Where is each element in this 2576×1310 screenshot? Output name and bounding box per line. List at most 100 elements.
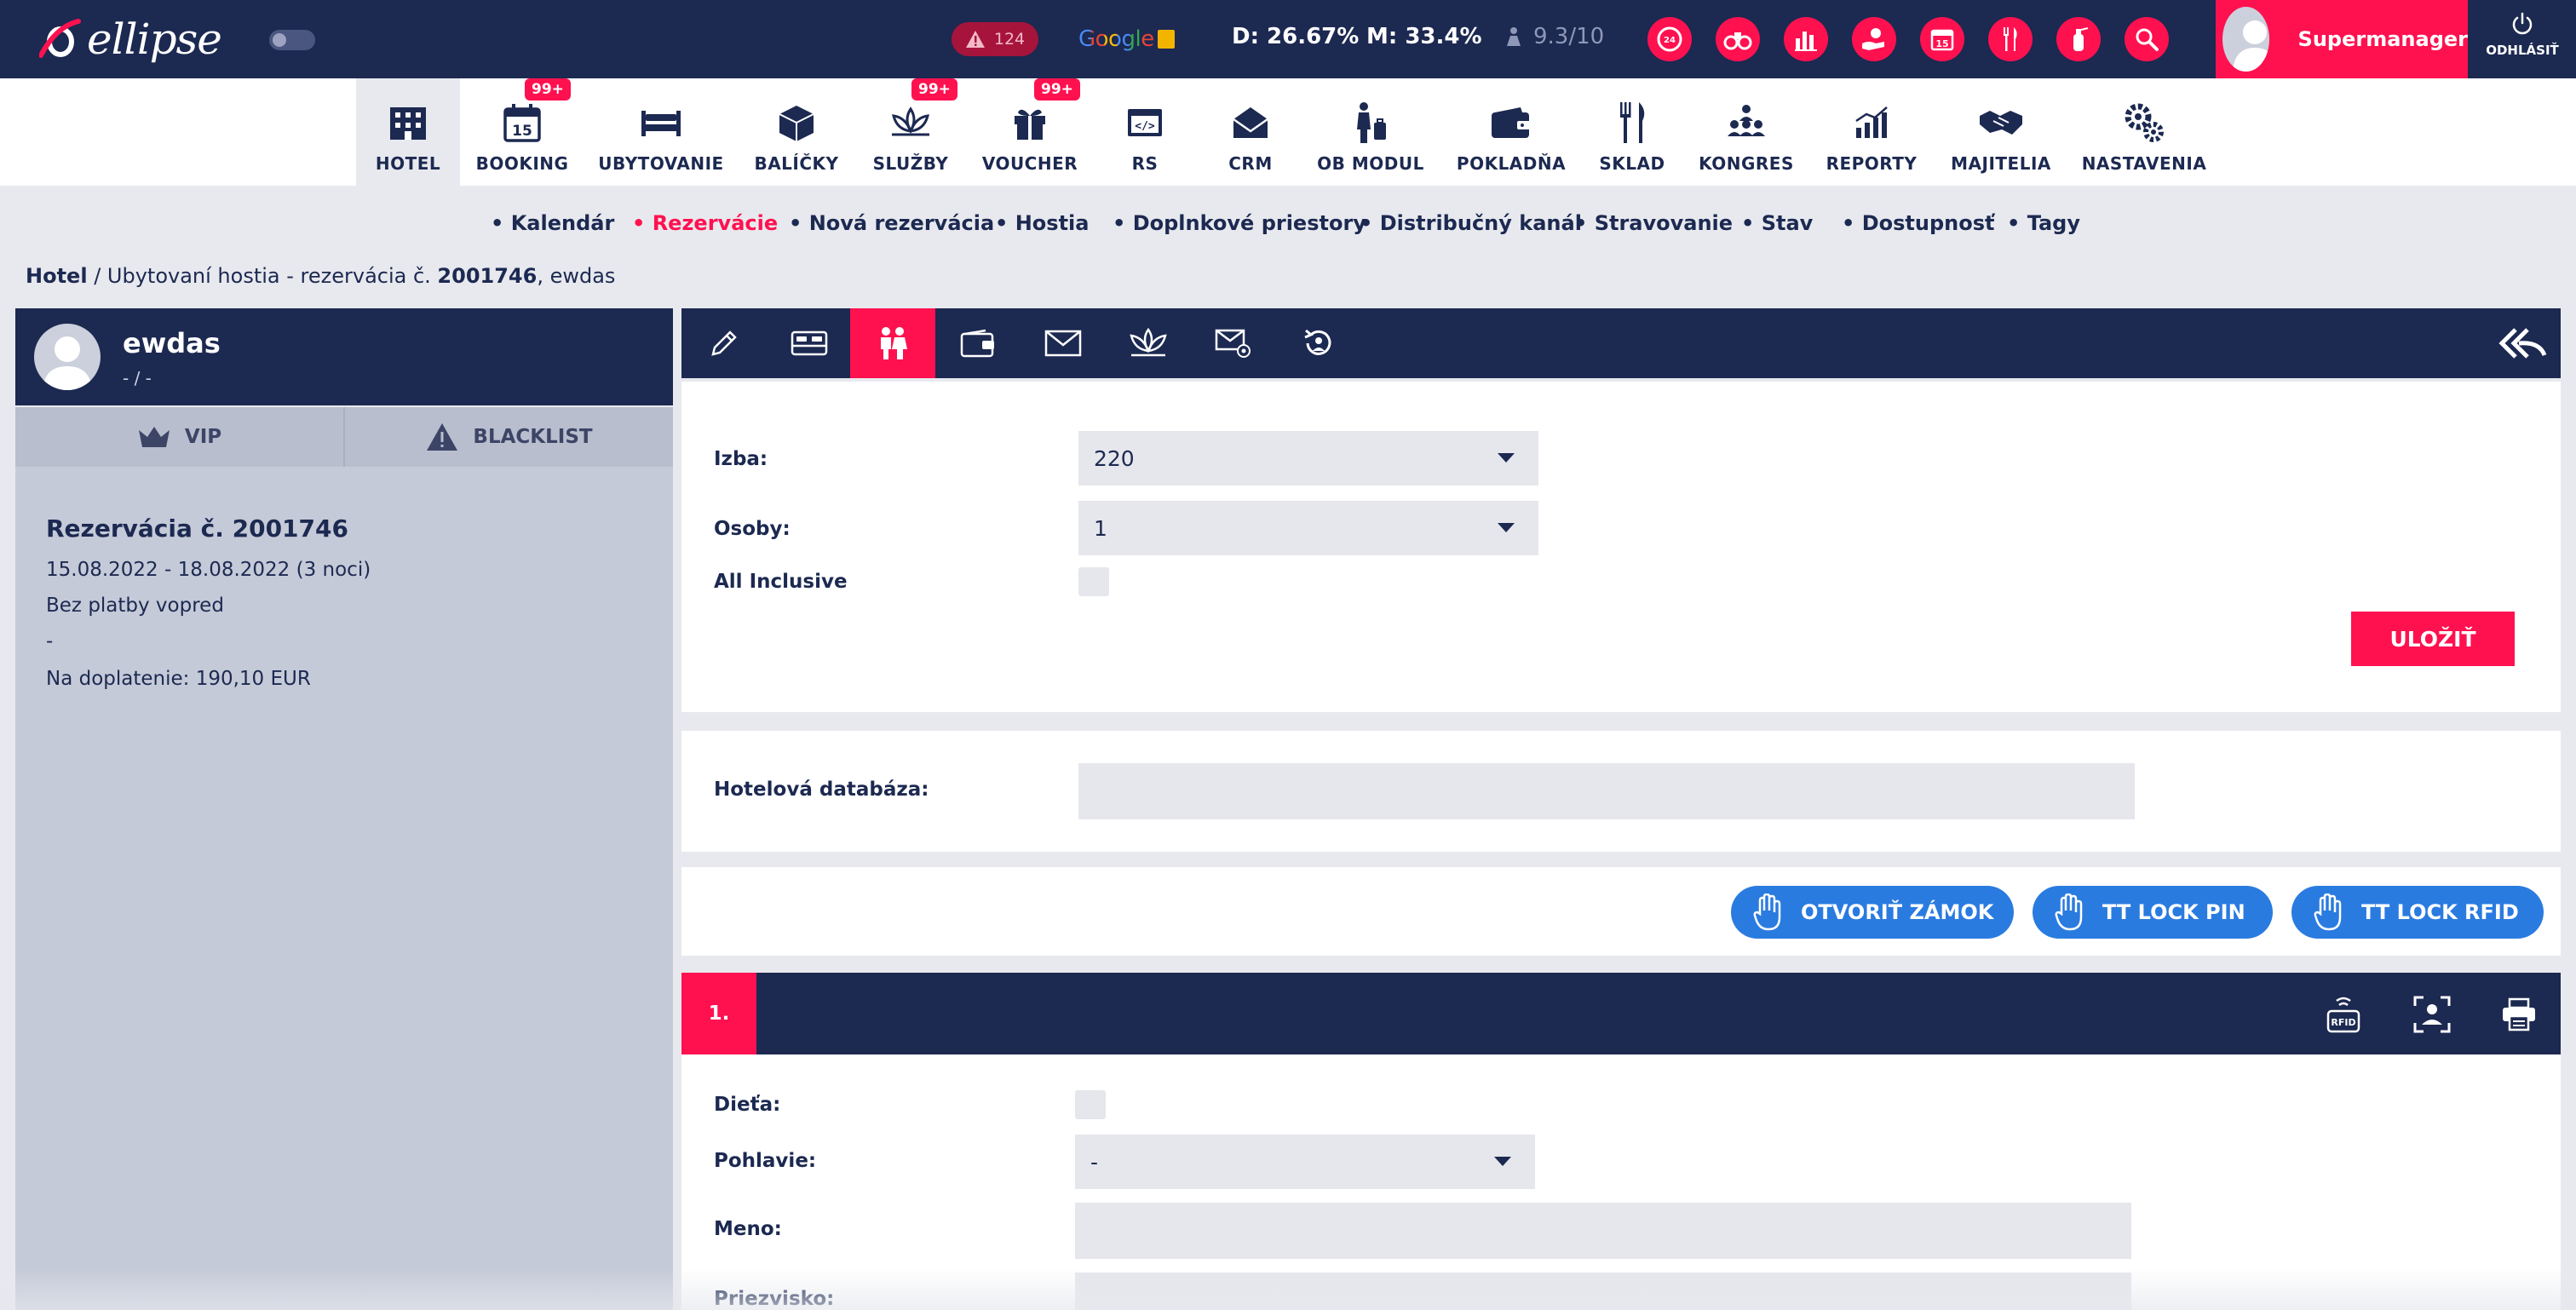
module-nav: HOTEL 99+ 15 BOOKING UBYTOVANIE BALÍČKY …	[0, 78, 2576, 186]
submenu-item-tagy[interactable]: • Tagy	[2007, 211, 2080, 235]
fire-extinguisher-icon[interactable]	[2056, 17, 2101, 61]
module-ob-modul[interactable]: OB MODUL	[1315, 78, 1426, 186]
bar-chart-icon[interactable]	[1784, 17, 1828, 61]
theme-toggle[interactable]	[269, 30, 315, 50]
persons-value: 1	[1094, 515, 1107, 541]
tab-history[interactable]	[1276, 308, 1361, 378]
module-pokladna[interactable]: POKLADŇA	[1457, 78, 1566, 186]
module-rs[interactable]: </> RS	[1111, 78, 1179, 186]
ellipse-logo[interactable]: ellipse	[39, 12, 222, 66]
tab-services[interactable]	[1106, 308, 1191, 378]
first-name-input[interactable]	[1075, 1203, 2131, 1259]
tab-messages[interactable]	[1021, 308, 1106, 378]
tab-payments[interactable]	[935, 308, 1021, 378]
google-reviews-button[interactable]: Google	[1078, 24, 1175, 55]
blacklist-button[interactable]: BLACKLIST	[345, 407, 673, 467]
breadcrumb-middle: / Ubytovaní hostia - rezervácia č.	[87, 264, 438, 288]
module-sklad[interactable]: SKLAD	[1593, 78, 1671, 186]
submenu-item-distribucny-kanal[interactable]: • Distribučný kanál	[1360, 211, 1582, 235]
face-scan-icon	[2413, 996, 2451, 1033]
module-label: BOOKING	[475, 153, 569, 174]
submenu-item-dostupnost[interactable]: • Dostupnosť	[1842, 211, 1994, 235]
package-icon	[776, 99, 817, 147]
tt-lock-rfid-button[interactable]: TT LOCK RFID	[2291, 886, 2544, 939]
calendar-icon: 15	[503, 99, 542, 147]
module-booking[interactable]: 99+ 15 BOOKING	[474, 78, 571, 186]
module-nastavenia[interactable]: NASTAVENIA	[2082, 78, 2206, 186]
module-voucher[interactable]: 99+ VOUCHER	[980, 78, 1080, 186]
child-checkbox[interactable]	[1075, 1090, 1106, 1119]
reservation-title: Rezervácia č. 2001746	[46, 514, 348, 543]
vip-button[interactable]: VIP	[15, 407, 345, 467]
module-label: NASTAVENIA	[2081, 153, 2207, 174]
hand-coin-icon[interactable]	[1852, 17, 1896, 61]
submenu: • Kalendár • Rezervácie • Nová rezerváci…	[0, 211, 2576, 238]
submenu-item-doplnkove-priestory[interactable]: • Doplnkové priestory	[1113, 211, 1366, 235]
chevron-down-icon	[1494, 1157, 1511, 1166]
tab-room[interactable]	[767, 308, 852, 378]
room-select[interactable]: 220	[1078, 431, 1538, 486]
module-sluzby[interactable]: 99+ SLUŽBY	[867, 78, 957, 186]
module-ubytovanie[interactable]: UBYTOVANIE	[598, 78, 724, 186]
submenu-item-nova-rezervacia[interactable]: • Nová rezervácia	[789, 211, 994, 235]
clock-24-icon[interactable]: 24	[1647, 17, 1692, 61]
tab-email[interactable]	[1191, 308, 1276, 378]
open-lock-button[interactable]: OTVORIŤ ZÁMOK	[1731, 886, 2014, 939]
fork-knife-icon	[1615, 99, 1649, 147]
module-majitelia[interactable]: MAJITELIA	[1947, 78, 2055, 186]
code-window-icon: </>	[1126, 99, 1164, 147]
google-label: Google	[1078, 26, 1154, 52]
save-button[interactable]: ULOŽIŤ	[2351, 612, 2515, 666]
persons-select[interactable]: 1	[1078, 501, 1538, 555]
tt-lock-pin-button[interactable]: TT LOCK PIN	[2033, 886, 2273, 939]
breadcrumb: Hotel / Ubytovaní hostia - rezervácia č.…	[26, 264, 615, 288]
svg-text:15: 15	[512, 123, 532, 140]
logout-button[interactable]: ODHLÁSIŤ	[2475, 12, 2569, 72]
module-reporty[interactable]: REPORTY	[1823, 78, 1920, 186]
back-button[interactable]	[2498, 324, 2549, 363]
last-name-input[interactable]	[1075, 1273, 2131, 1310]
submenu-item-kalendar[interactable]: • Kalendár	[491, 211, 614, 235]
print-button[interactable]	[2498, 993, 2540, 1036]
wallet-icon	[960, 329, 994, 358]
traveler-icon	[1352, 99, 1389, 147]
tab-edit[interactable]	[681, 308, 767, 378]
rfid-label: RFID	[2331, 1017, 2355, 1028]
module-hotel[interactable]: HOTEL	[356, 78, 460, 186]
scan-id-button[interactable]	[2411, 993, 2453, 1036]
history-icon	[1304, 329, 1331, 355]
module-crm[interactable]: CRM	[1213, 78, 1288, 186]
module-label: SLUŽBY	[872, 153, 949, 174]
palm-icon	[2055, 893, 2083, 931]
reservation-summary: Rezervácia č. 2001746 15.08.2022 - 18.08…	[15, 467, 673, 1310]
google-my-business-icon	[1157, 30, 1175, 49]
gender-select[interactable]: -	[1075, 1135, 1535, 1189]
tab-guests[interactable]	[850, 308, 935, 378]
cutlery-icon[interactable]	[1988, 17, 2033, 61]
module-balicky[interactable]: BALÍČKY	[751, 78, 842, 186]
binoculars-icon[interactable]	[1716, 17, 1760, 61]
all-inclusive-checkbox[interactable]	[1078, 567, 1109, 596]
quick-actions: 24 15	[1647, 17, 2169, 61]
warning-icon	[965, 31, 985, 48]
rfid-button[interactable]: RFID	[2322, 993, 2365, 1036]
occupancy-month: M: 33.4%	[1366, 24, 1482, 49]
edit-icon	[711, 330, 737, 356]
gender-label: Pohlavie:	[714, 1150, 817, 1172]
user-menu[interactable]: Supermanager	[2216, 0, 2468, 78]
guest-number: 1.	[681, 973, 756, 1054]
calendar-15-icon[interactable]: 15	[1920, 17, 1964, 61]
submenu-item-stravovanie[interactable]: • Stravovanie	[1574, 211, 1733, 235]
module-kongres[interactable]: KONGRES	[1699, 78, 1794, 186]
search-icon[interactable]	[2125, 17, 2169, 61]
module-label: SKLAD	[1599, 153, 1665, 174]
breadcrumb-root[interactable]: Hotel	[26, 264, 88, 288]
submenu-item-hostia[interactable]: • Hostia	[995, 211, 1089, 235]
submenu-item-rezervacie[interactable]: • Rezervácie	[632, 211, 778, 235]
crown-icon	[138, 427, 170, 447]
submenu-item-stav[interactable]: • Stav	[1741, 211, 1813, 235]
hotel-db-input[interactable]	[1078, 763, 2135, 819]
alerts-button[interactable]: 124	[952, 22, 1038, 56]
module-label: UBYTOVANIE	[598, 153, 724, 174]
lock-actions: OTVORIŤ ZÁMOK TT LOCK PIN TT LOCK RFID	[681, 867, 2561, 956]
